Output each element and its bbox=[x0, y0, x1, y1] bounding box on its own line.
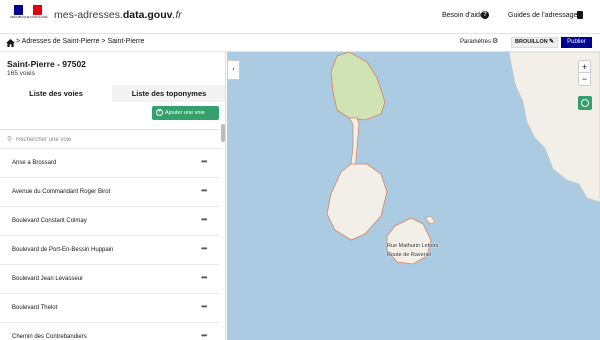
locate-button[interactable] bbox=[578, 96, 592, 110]
gear-icon[interactable]: ⚙ bbox=[492, 38, 498, 46]
tabs: Liste des voies Liste des toponymes bbox=[0, 85, 225, 102]
plus-icon: + bbox=[156, 109, 163, 116]
flag-icon bbox=[14, 5, 42, 15]
list-item[interactable]: Avenue du Commandant Roger Birot ••• bbox=[0, 178, 219, 207]
pencil-icon: ✎ bbox=[548, 39, 554, 45]
list-item[interactable]: Boulevard Constant Colmay ••• bbox=[0, 207, 219, 236]
map[interactable]: Rue Mathurin Lehors Route de Ravenel bbox=[227, 52, 600, 340]
voies-list: Anse a Brossard ••• Avenue du Commandant … bbox=[0, 149, 221, 340]
voie-name: Boulevard de Port-En-Bessin Huppain bbox=[12, 247, 114, 253]
map-canvas bbox=[326, 52, 600, 265]
logo-text: RÉPUBLIQUE FRANÇAISE bbox=[10, 15, 48, 19]
draft-badge[interactable]: BROUILLON ✎ bbox=[511, 37, 558, 48]
more-icon[interactable]: ••• bbox=[201, 157, 207, 166]
miquelon-island bbox=[330, 52, 386, 121]
site-name[interactable]: mes-adresses.data.gouv.fr bbox=[54, 9, 182, 21]
list-item[interactable]: Boulevard de Port-En-Bessin Huppain ••• bbox=[0, 236, 219, 265]
map-label-street: Rue Mathurin Lehors bbox=[387, 243, 439, 249]
search-input[interactable] bbox=[16, 134, 206, 145]
isthmus bbox=[348, 117, 360, 172]
add-voie-button[interactable]: + Ajouter une voie bbox=[152, 106, 219, 120]
ile-aux-marins bbox=[424, 215, 436, 225]
langlade-island bbox=[326, 163, 388, 241]
voies-count: 165 voies bbox=[7, 70, 35, 77]
home-icon[interactable] bbox=[6, 39, 15, 47]
map-label-street: Route de Ravenel bbox=[387, 252, 432, 258]
list-item[interactable]: Chemin des Contrebandiers ••• bbox=[0, 323, 219, 340]
voie-name: Boulevard Jean Levasseur bbox=[12, 276, 84, 282]
top-header: RÉPUBLIQUE FRANÇAISE mes-adresses.data.g… bbox=[0, 0, 600, 34]
more-icon[interactable]: ••• bbox=[201, 215, 207, 224]
search-bar: ⚲ bbox=[0, 129, 221, 149]
voie-name: Chemin des Contrebandiers bbox=[12, 334, 87, 340]
list-item[interactable]: Boulevard Jean Levasseur ••• bbox=[0, 265, 219, 294]
zoom-control: + − bbox=[578, 60, 591, 86]
more-icon[interactable]: ••• bbox=[201, 186, 207, 195]
draft-label: BROUILLON bbox=[515, 39, 548, 45]
add-voie-label: Ajouter une voie bbox=[165, 110, 205, 116]
sidebar: Saint-Pierre - 97502 165 voies Liste des… bbox=[0, 52, 226, 340]
settings-button[interactable]: Paramètres bbox=[460, 39, 491, 45]
breadcrumb-bar: > Adresses de Saint-Pierre > Saint-Pierr… bbox=[0, 34, 600, 52]
voie-name: Anse a Brossard bbox=[12, 160, 57, 166]
more-icon[interactable]: ••• bbox=[201, 331, 207, 340]
more-icon[interactable]: ••• bbox=[201, 273, 207, 282]
list-item[interactable]: Boulevard Thelot ••• bbox=[0, 294, 219, 323]
zoom-in-button[interactable]: + bbox=[579, 61, 590, 73]
more-icon[interactable]: ••• bbox=[201, 302, 207, 311]
guides-link[interactable]: Guides de l'adressage bbox=[508, 12, 577, 19]
commune-title: Saint-Pierre - 97502 bbox=[7, 59, 86, 69]
scrollbar[interactable] bbox=[221, 124, 225, 142]
book-icon[interactable] bbox=[577, 11, 583, 19]
tab-liste-des-voies[interactable]: Liste des voies bbox=[0, 85, 112, 102]
list-item[interactable]: Anse a Brossard ••• bbox=[0, 149, 219, 178]
voie-name: Avenue du Commandant Roger Birot bbox=[12, 189, 111, 195]
collapse-sidebar-button[interactable]: ‹ bbox=[227, 60, 240, 80]
more-icon[interactable]: ••• bbox=[201, 244, 207, 253]
help-icon[interactable]: ? bbox=[481, 11, 489, 19]
breadcrumb[interactable]: > Adresses de Saint-Pierre > Saint-Pierr… bbox=[16, 38, 144, 45]
publish-button[interactable]: Publier bbox=[561, 37, 592, 48]
voie-name: Boulevard Constant Colmay bbox=[12, 218, 87, 224]
help-link[interactable]: Besoin d'aide bbox=[442, 12, 484, 19]
target-icon bbox=[581, 99, 589, 107]
tab-liste-des-toponymes[interactable]: Liste des toponymes bbox=[113, 85, 225, 102]
search-icon: ⚲ bbox=[7, 136, 13, 143]
voie-name: Boulevard Thelot bbox=[12, 305, 58, 311]
republique-francaise-logo[interactable]: RÉPUBLIQUE FRANÇAISE bbox=[10, 5, 48, 27]
zoom-out-button[interactable]: − bbox=[579, 73, 590, 85]
